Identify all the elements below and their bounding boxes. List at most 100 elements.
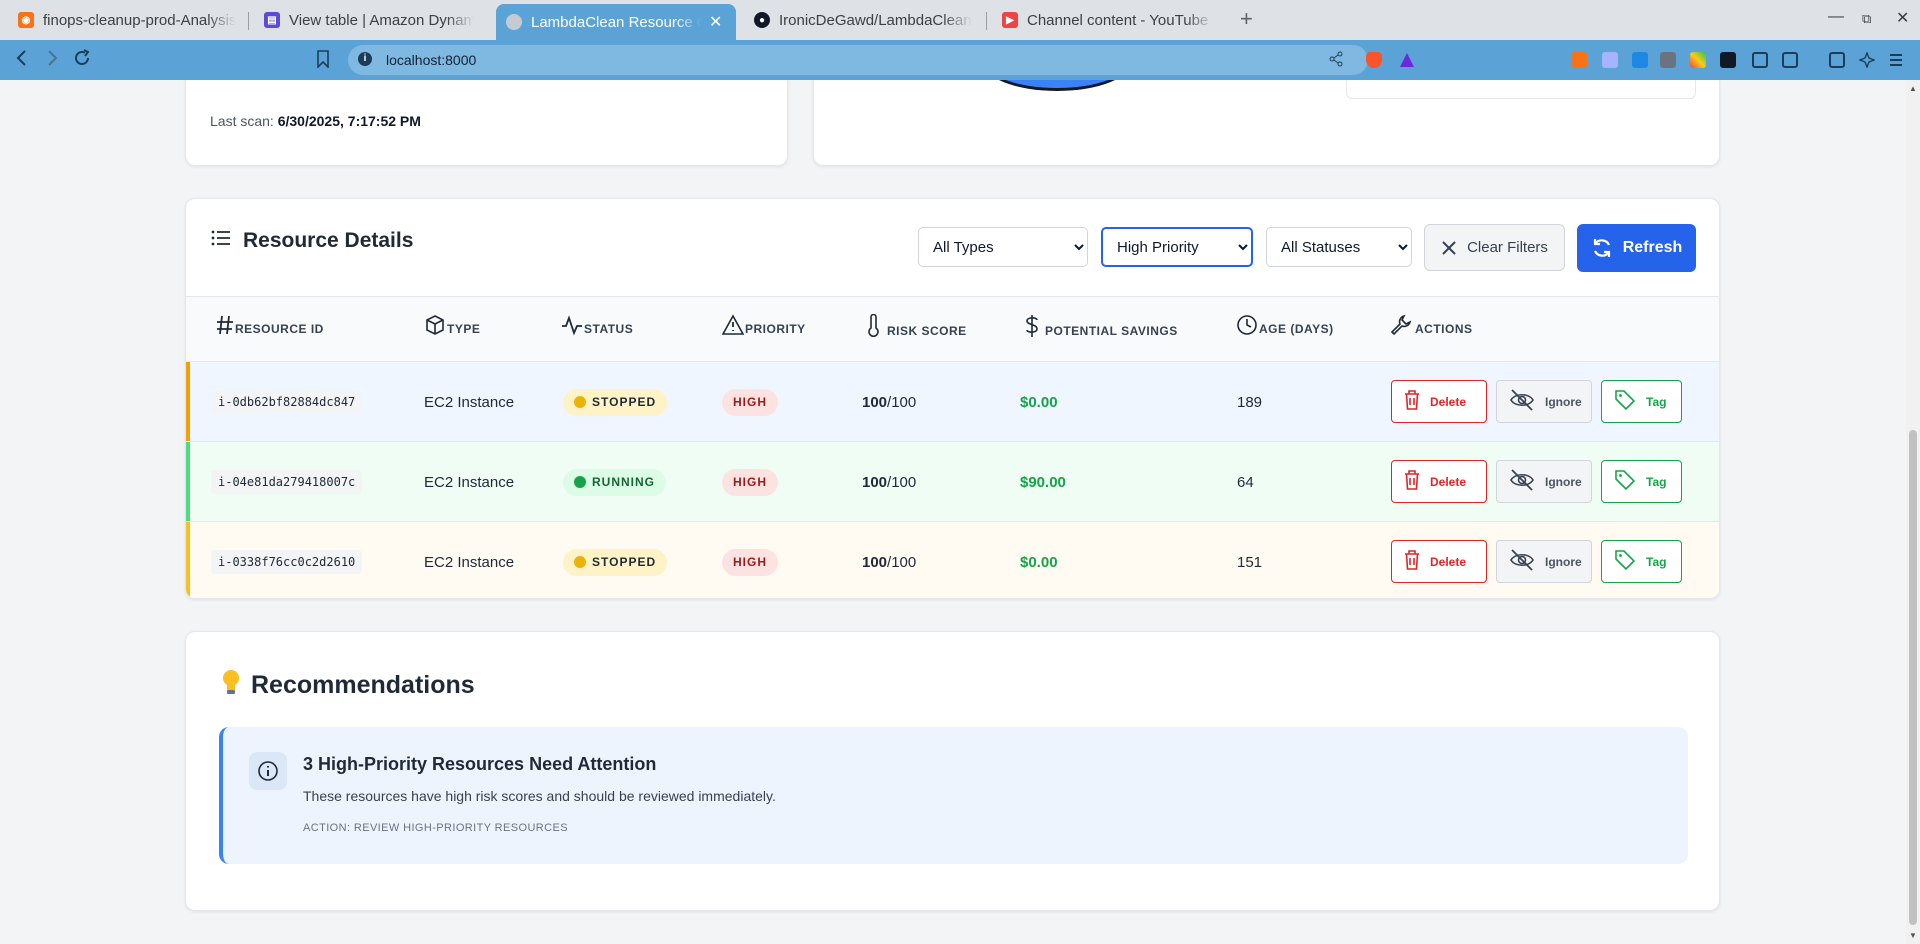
url-text: localhost:8000 [386, 52, 477, 68]
col-resource-id[interactable]: Resource ID [216, 314, 324, 336]
brave-rewards-icon[interactable] [1399, 52, 1415, 68]
status-dot [574, 476, 586, 488]
close-icon [1442, 240, 1456, 255]
col-type[interactable]: Type [424, 314, 480, 336]
col-status[interactable]: Status [561, 314, 633, 336]
ignore-button[interactable]: Ignore [1496, 460, 1592, 503]
refresh-icon [1593, 239, 1610, 257]
resource-id: i-0338f76cc0c2d2610 [211, 550, 363, 574]
delete-button[interactable]: Delete [1391, 380, 1487, 423]
tab-title: finops-cleanup-prod-Analysis [43, 11, 237, 29]
page-scrollbar[interactable]: ▲ ▼ [1906, 80, 1920, 944]
browser-tab[interactable]: ▶ Channel content - YouTube Studio [992, 4, 1224, 36]
cell-risk-score: 100/100 [862, 442, 916, 522]
alert-triangle-icon [722, 314, 744, 335]
close-window-icon[interactable]: ✕ [1896, 8, 1909, 28]
wallet-icon[interactable] [1829, 52, 1845, 68]
scroll-down-icon[interactable]: ▼ [1909, 931, 1917, 940]
resource-id: i-04e81da279418007c [211, 470, 363, 494]
metamask-icon[interactable] [1571, 52, 1587, 68]
ignore-button[interactable]: Ignore [1496, 380, 1592, 423]
status-badge: STOPPED [563, 388, 668, 416]
last-scan-label: Last scan: [210, 113, 274, 129]
extension-k-icon[interactable] [1632, 52, 1648, 68]
info-icon [249, 752, 287, 790]
bookmark-icon[interactable] [316, 50, 330, 74]
tag-button[interactable]: Tag [1601, 460, 1682, 503]
delete-label: Delete [1430, 474, 1467, 489]
col-age-days[interactable]: Age (Days) [1236, 314, 1334, 336]
ignore-label: Ignore [1545, 394, 1582, 409]
ignore-label: Ignore [1545, 554, 1582, 569]
resource-type: EC2 Instance [424, 473, 515, 491]
scroll-up-icon[interactable]: ▲ [1909, 84, 1917, 93]
address-bar[interactable]: i localhost:8000 [348, 45, 1368, 75]
status-badge: STOPPED [563, 548, 668, 576]
type-filter-select[interactable]: All Types [918, 227, 1088, 267]
close-tab-icon[interactable]: ✕ [709, 12, 722, 32]
sidebar-icon[interactable] [1782, 52, 1798, 68]
clear-filters-button[interactable]: Clear Filters [1424, 224, 1565, 271]
browser-tab[interactable]: ▤ View table | Amazon DynamoDB [254, 4, 484, 36]
rss-icon: ◉ [18, 12, 34, 28]
wrench-icon [1390, 314, 1412, 336]
maximize-icon[interactable]: ⧉ [1862, 11, 1871, 27]
back-icon[interactable] [12, 48, 32, 74]
status-dot [574, 556, 586, 568]
recommendations-card: Recommendations 3 High-Priority Resource… [185, 631, 1720, 911]
scrollbar-thumb[interactable] [1909, 430, 1917, 925]
clear-filters-label: Clear Filters [1467, 239, 1548, 256]
ignore-button[interactable]: Ignore [1496, 540, 1592, 583]
col-potential-savings[interactable]: Potential Savings [1024, 314, 1178, 338]
new-tab-button[interactable]: + [1240, 6, 1253, 32]
browser-tab[interactable]: ◉ finops-cleanup-prod-Analysis [8, 4, 248, 36]
menu-icon[interactable] [1888, 52, 1904, 68]
tag-button[interactable]: Tag [1601, 540, 1682, 583]
cell-priority: HIGH [722, 522, 778, 598]
megaphone-icon[interactable] [1660, 52, 1676, 68]
browser-tab-active[interactable]: LambdaClean Resource Cleanup ✕ [496, 4, 736, 40]
risk-max: /100 [887, 473, 917, 491]
brave-shield-icon[interactable] [1366, 52, 1382, 68]
colorpicker-icon[interactable] [1690, 52, 1706, 68]
extensions-puzzle-icon[interactable] [1752, 52, 1768, 68]
last-scan: Last scan: 6/30/2025, 7:17:52 PM [210, 113, 421, 129]
col-priority[interactable]: Priority [722, 314, 806, 336]
eye-off-icon [1509, 549, 1535, 574]
risk-max: /100 [887, 393, 917, 411]
refresh-button[interactable]: Refresh [1577, 224, 1696, 272]
table-row: i-0db62bf82884dc847 EC2 Instance STOPPED HI… [186, 361, 1719, 441]
delete-button[interactable]: Delete [1391, 460, 1487, 503]
browser-toolbar: i localhost:8000 [0, 40, 1920, 80]
col-risk-score[interactable]: Risk Score [864, 314, 967, 338]
page-content: Last scan: 6/30/2025, 7:17:52 PM Resourc… [0, 80, 1906, 944]
extension-icon[interactable] [1602, 52, 1618, 68]
extension-dark-icon[interactable] [1720, 52, 1736, 68]
risk-score: 100 [862, 473, 888, 491]
activity-icon [562, 315, 582, 336]
share-icon[interactable] [1328, 51, 1344, 72]
tag-icon [1614, 469, 1636, 494]
reload-icon[interactable] [72, 48, 92, 74]
col-label: Actions [1415, 322, 1473, 336]
status-filter-select[interactable]: All Statuses [1266, 227, 1412, 267]
priority-filter-select[interactable]: High Priority [1101, 227, 1253, 267]
tab-title: IronicDeGawd/LambdaClean [779, 11, 972, 29]
browser-tab[interactable]: ● IronicDeGawd/LambdaClean [744, 4, 984, 36]
col-label: Potential Savings [1045, 324, 1178, 338]
eye-off-icon [1509, 389, 1535, 414]
site-info-icon[interactable]: i [358, 52, 372, 66]
delete-label: Delete [1430, 394, 1467, 409]
leo-ai-icon[interactable] [1858, 51, 1876, 69]
cell-type: EC2 Instance [424, 362, 514, 442]
age-days: 64 [1237, 473, 1254, 491]
col-label: Status [584, 322, 634, 336]
minimize-icon[interactable]: — [1828, 8, 1844, 26]
tag-button[interactable]: Tag [1601, 380, 1682, 423]
cell-type: EC2 Instance [424, 522, 514, 598]
forward-icon[interactable] [42, 48, 62, 74]
delete-button[interactable]: Delete [1391, 540, 1487, 583]
thermometer-icon [868, 314, 879, 337]
col-label: Priority [745, 322, 806, 336]
risk-max: /100 [887, 553, 917, 571]
